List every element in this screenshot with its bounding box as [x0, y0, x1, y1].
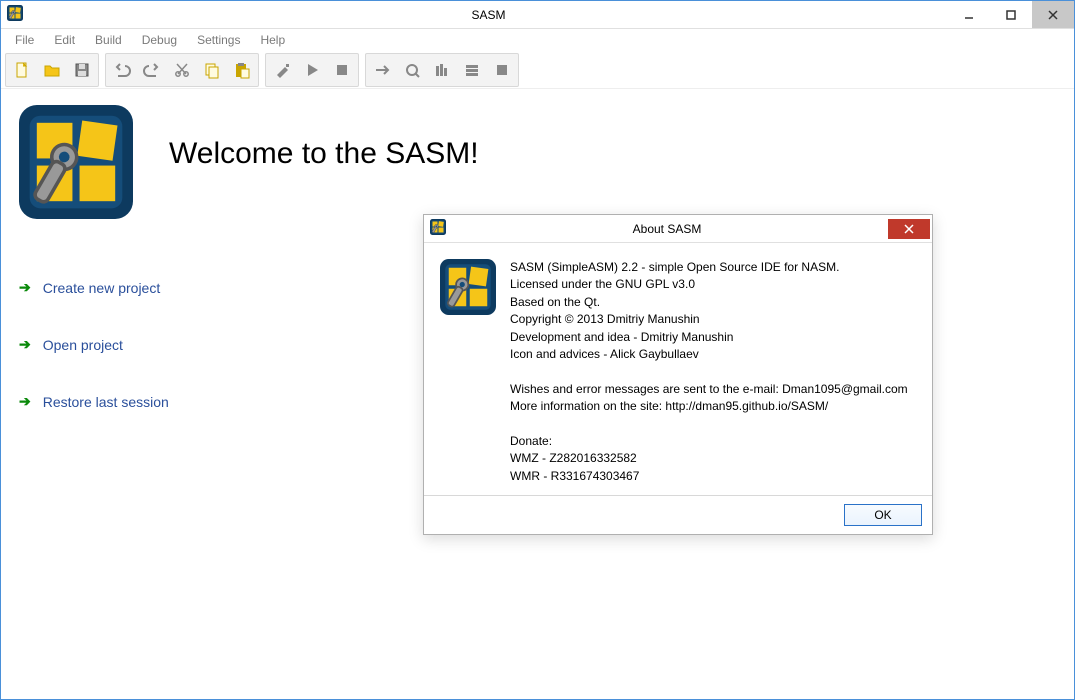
dialog-title: About SASM	[446, 222, 888, 236]
minimize-button[interactable]	[948, 1, 990, 28]
about-line	[510, 363, 908, 380]
menu-help[interactable]: Help	[250, 31, 295, 49]
window-title: SASM	[29, 8, 948, 22]
step-over-icon[interactable]	[368, 56, 396, 84]
toolbar-group-file	[5, 53, 99, 87]
toolbar	[1, 51, 1074, 89]
dialog-body: SASM (SimpleASM) 2.2 - simple Open Sourc…	[424, 243, 932, 495]
undo-icon[interactable]	[108, 56, 136, 84]
menu-debug[interactable]: Debug	[132, 31, 187, 49]
window-controls	[948, 1, 1074, 28]
welcome-heading: Welcome to the SASM!	[169, 137, 479, 171]
about-line: Icon and advices - Alick Gaybullaev	[510, 346, 908, 363]
content-area: Welcome to the SASM! ➔ Create new projec…	[1, 89, 1074, 699]
link-label: Open project	[43, 337, 123, 353]
about-line: Development and idea - Dmitriy Manushin	[510, 329, 908, 346]
dialog-app-icon	[430, 219, 446, 238]
menu-build[interactable]: Build	[85, 31, 132, 49]
link-label: Restore last session	[43, 394, 169, 410]
dialog-text: SASM (SimpleASM) 2.2 - simple Open Sourc…	[510, 259, 908, 485]
link-restore-session[interactable]: ➔ Restore last session	[19, 393, 169, 410]
welcome-links: ➔ Create new project ➔ Open project ➔ Re…	[19, 279, 169, 450]
link-create-new-project[interactable]: ➔ Create new project	[19, 279, 169, 296]
arrow-icon: ➔	[19, 279, 31, 296]
run-icon[interactable]	[298, 56, 326, 84]
toolbar-group-build	[265, 53, 359, 87]
about-line: WMZ - Z282016332582	[510, 450, 908, 467]
about-line: WMR - R331674303467	[510, 468, 908, 485]
new-file-icon[interactable]	[8, 56, 36, 84]
about-line: Wishes and error messages are sent to th…	[510, 381, 908, 398]
breakpoint-add-icon[interactable]	[428, 56, 456, 84]
about-line: Copyright © 2013 Dmitriy Manushin	[510, 311, 908, 328]
menu-edit[interactable]: Edit	[44, 31, 85, 49]
link-open-project[interactable]: ➔ Open project	[19, 336, 169, 353]
close-button[interactable]	[1032, 1, 1074, 28]
stop-icon[interactable]	[328, 56, 356, 84]
step-into-icon[interactable]	[398, 56, 426, 84]
about-line: More information on the site: http://dma…	[510, 398, 908, 415]
dialog-icon	[440, 259, 496, 485]
debug-stop-icon[interactable]	[488, 56, 516, 84]
about-dialog: About SASM SASM (SimpleASM) 2.2 - simple…	[423, 214, 933, 535]
dialog-footer: OK	[424, 495, 932, 534]
main-titlebar: SASM	[1, 1, 1074, 29]
link-label: Create new project	[43, 280, 161, 296]
menubar: File Edit Build Debug Settings Help	[1, 29, 1074, 51]
redo-icon[interactable]	[138, 56, 166, 84]
menu-file[interactable]: File	[5, 31, 44, 49]
arrow-icon: ➔	[19, 336, 31, 353]
about-line: Licensed under the GNU GPL v3.0	[510, 276, 908, 293]
open-file-icon[interactable]	[38, 56, 66, 84]
about-line: Based on the Qt.	[510, 294, 908, 311]
paste-icon[interactable]	[228, 56, 256, 84]
toolbar-group-debug	[365, 53, 519, 87]
save-file-icon[interactable]	[68, 56, 96, 84]
dialog-close-button[interactable]	[888, 219, 930, 239]
about-line: Donate:	[510, 433, 908, 450]
ok-button[interactable]: OK	[844, 504, 922, 526]
cut-icon[interactable]	[168, 56, 196, 84]
app-icon	[7, 5, 23, 24]
build-icon[interactable]	[268, 56, 296, 84]
maximize-button[interactable]	[990, 1, 1032, 28]
toolbar-group-edit	[105, 53, 259, 87]
welcome-logo	[19, 105, 133, 222]
about-line	[510, 416, 908, 433]
about-line: SASM (SimpleASM) 2.2 - simple Open Sourc…	[510, 259, 908, 276]
breakpoint-remove-icon[interactable]	[458, 56, 486, 84]
dialog-titlebar: About SASM	[424, 215, 932, 243]
menu-settings[interactable]: Settings	[187, 31, 250, 49]
copy-icon[interactable]	[198, 56, 226, 84]
arrow-icon: ➔	[19, 393, 31, 410]
